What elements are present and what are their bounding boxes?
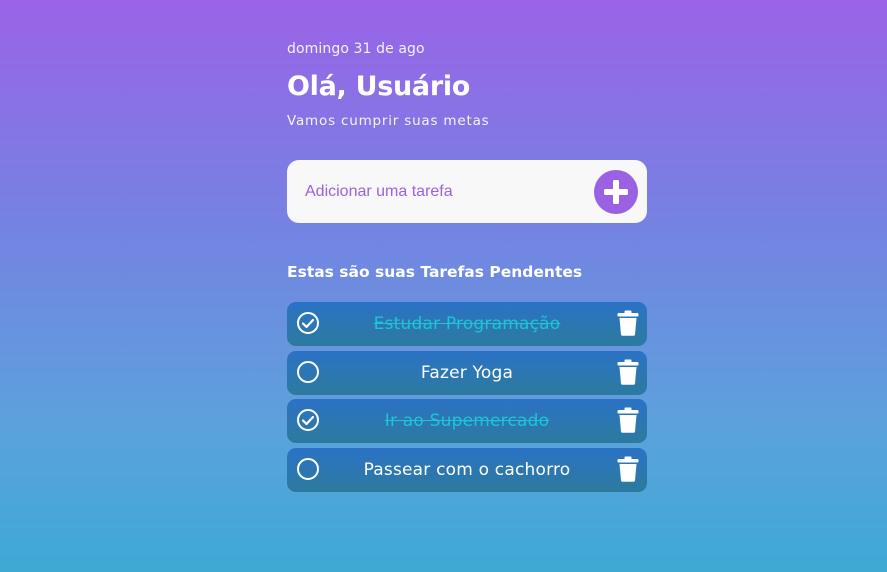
task-label: Ir ao Supemercado bbox=[384, 411, 550, 431]
task-item: Passear com o cachorro bbox=[287, 447, 647, 492]
plus-icon bbox=[604, 179, 628, 204]
add-task-box bbox=[287, 160, 647, 223]
trash-icon[interactable] bbox=[617, 310, 639, 336]
current-date: domingo 31 de ago bbox=[287, 41, 425, 57]
empty-circle-icon[interactable] bbox=[296, 360, 320, 384]
empty-circle-icon[interactable] bbox=[296, 457, 320, 481]
task-label: Fazer Yoga bbox=[420, 362, 514, 383]
task-item: Estudar Programação bbox=[287, 302, 647, 346]
task-item: Fazer Yoga bbox=[287, 350, 647, 395]
task-list: Estudar Programação Fazer Yoga Ir ao Sup… bbox=[287, 302, 647, 492]
greeting-title: Olá, Usuário bbox=[287, 71, 471, 102]
section-title: Estas são suas Tarefas Pendentes bbox=[287, 263, 583, 281]
task-item: Ir ao Supemercado bbox=[287, 399, 647, 443]
add-task-input[interactable] bbox=[305, 182, 575, 201]
trash-icon[interactable] bbox=[617, 456, 639, 482]
task-label: Estudar Programação bbox=[373, 314, 561, 334]
subtitle: Vamos cumprir suas metas bbox=[287, 113, 490, 129]
check-circle-icon[interactable] bbox=[296, 311, 320, 335]
main-container: domingo 31 de ago Olá, Usuário Vamos cum… bbox=[287, 40, 647, 496]
trash-icon[interactable] bbox=[617, 407, 639, 433]
check-circle-icon[interactable] bbox=[296, 408, 320, 432]
trash-icon[interactable] bbox=[617, 359, 639, 385]
task-label: Passear com o cachorro bbox=[363, 459, 571, 480]
add-task-button[interactable] bbox=[594, 169, 638, 214]
